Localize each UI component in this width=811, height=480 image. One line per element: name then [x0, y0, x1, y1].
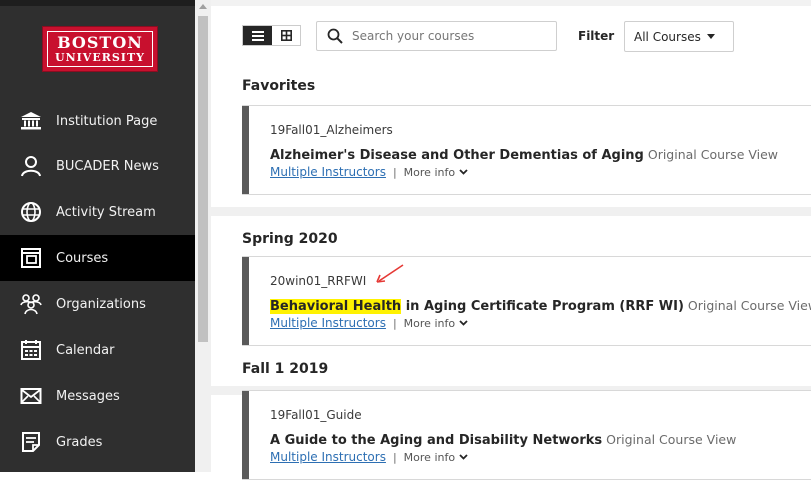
filter-select-value: All Courses [634, 29, 701, 44]
sidebar-item-label: BUCADER News [56, 158, 159, 174]
sidebar-item-label: Messages [56, 388, 120, 404]
course-title-row: Alzheimer's Disease and Other Dementias … [270, 144, 778, 163]
logo-frame: BOSTON UNIVERSITY [47, 31, 153, 67]
multiple-instructors-link[interactable]: Multiple Instructors [270, 165, 386, 179]
scroll-thumb[interactable] [198, 16, 208, 342]
course-card[interactable]: 19Fall01_Alzheimers Alzheimer's Disease … [242, 105, 811, 195]
sidebar-item-label: Courses [56, 250, 109, 266]
list-view-button[interactable] [243, 26, 272, 45]
annotation-arrow-icon [376, 264, 404, 283]
course-card[interactable]: 20win01_RRFWI Behavioral Health in Aging… [242, 256, 811, 346]
user-icon [20, 155, 42, 177]
chevron-down-icon [459, 454, 468, 460]
course-card-accent [242, 391, 249, 479]
more-info-toggle[interactable]: More info [404, 317, 455, 330]
sidebar-item-institution-page[interactable]: Institution Page [0, 98, 195, 144]
search-icon [327, 28, 343, 44]
organizations-icon [20, 293, 42, 315]
logo-text-line1: BOSTON [57, 32, 143, 52]
caret-down-icon [706, 34, 715, 39]
section-title-fall-1-2019: Fall 1 2019 [242, 361, 329, 377]
course-view-label: Original Course View [606, 432, 737, 447]
separator: | [392, 450, 397, 464]
header-shade [211, 0, 811, 6]
multiple-instructors-link[interactable]: Multiple Instructors [270, 450, 386, 464]
scroll-up-arrow-icon[interactable] [199, 4, 207, 9]
sidebar-item-courses[interactable]: Courses [0, 235, 195, 281]
course-meta: Multiple Instructors | More info [270, 450, 468, 464]
course-id: 20win01_RRFWI [270, 274, 367, 288]
search-box[interactable] [316, 21, 557, 51]
sidebar-item-label: Activity Stream [56, 204, 156, 220]
sidebar-top-strip [0, 0, 195, 6]
course-card-accent [242, 257, 249, 345]
course-meta: Multiple Instructors | More info [270, 316, 468, 330]
course-name-link[interactable]: Behavioral Health in Aging Certificate P… [270, 299, 684, 314]
calendar-icon [20, 339, 42, 361]
list-view-icon [251, 30, 264, 41]
globe-icon [20, 201, 42, 223]
sidebar-item-label: Organizations [56, 296, 146, 312]
course-name-link[interactable]: A Guide to the Aging and Disability Netw… [270, 433, 602, 448]
sidebar-item-label: Grades [56, 434, 103, 450]
sidebar-scrollbar[interactable] [195, 0, 211, 472]
sidebar-item-grades[interactable]: Grades [0, 419, 195, 465]
envelope-icon [20, 385, 42, 407]
course-id: 19Fall01_Guide [270, 408, 362, 422]
search-input[interactable] [352, 29, 552, 43]
sidebar-item-calendar[interactable]: Calendar [0, 327, 195, 373]
multiple-instructors-link[interactable]: Multiple Instructors [270, 316, 386, 330]
filter-select[interactable]: All Courses [624, 21, 734, 52]
grades-icon [20, 431, 42, 453]
boston-university-logo[interactable]: BOSTON UNIVERSITY [42, 26, 158, 72]
logo-text-line2: UNIVERSITY [55, 50, 145, 64]
course-title-row: A Guide to the Aging and Disability Netw… [270, 429, 736, 448]
course-view-label: Original Course View [647, 147, 779, 162]
course-name-rest: in Aging Certificate Program (RRF WI) [401, 299, 684, 314]
section-title-spring-2020: Spring 2020 [242, 231, 338, 247]
more-info-toggle[interactable]: More info [404, 451, 455, 464]
course-view-label: Original Course View [687, 298, 811, 313]
course-name-link[interactable]: Alzheimer's Disease and Other Dementias … [270, 148, 644, 163]
chevron-down-icon [459, 169, 468, 175]
grid-view-button[interactable] [272, 26, 300, 45]
course-title-row: Behavioral Health in Aging Certificate P… [270, 295, 811, 314]
sidebar-item-label: Calendar [56, 342, 115, 358]
courses-icon [20, 247, 42, 269]
more-info-toggle[interactable]: More info [404, 166, 455, 179]
course-meta: Multiple Instructors | More info [270, 165, 468, 179]
section-divider [211, 207, 811, 216]
chevron-down-icon [459, 320, 468, 326]
sidebar-item-organizations[interactable]: Organizations [0, 281, 195, 327]
sidebar: BOSTON UNIVERSITY Institution Page BUCAD… [0, 0, 195, 472]
sidebar-item-activity-stream[interactable]: Activity Stream [0, 189, 195, 235]
grid-view-icon [280, 30, 292, 41]
course-card-accent [242, 106, 249, 194]
view-toggle [242, 25, 301, 46]
course-id: 19Fall01_Alzheimers [270, 123, 393, 137]
course-card[interactable]: 19Fall01_Guide A Guide to the Aging and … [242, 390, 811, 480]
sidebar-item-messages[interactable]: Messages [0, 373, 195, 419]
separator: | [392, 316, 397, 330]
section-title-favorites: Favorites [242, 78, 316, 94]
sidebar-item-label: Institution Page [56, 113, 158, 129]
highlighted-text: Behavioral Health [270, 299, 402, 314]
filter-label: Filter [578, 29, 615, 43]
institution-icon [20, 110, 42, 132]
sidebar-item-bucader-news[interactable]: BUCADER News [0, 143, 195, 189]
separator: | [392, 165, 397, 179]
